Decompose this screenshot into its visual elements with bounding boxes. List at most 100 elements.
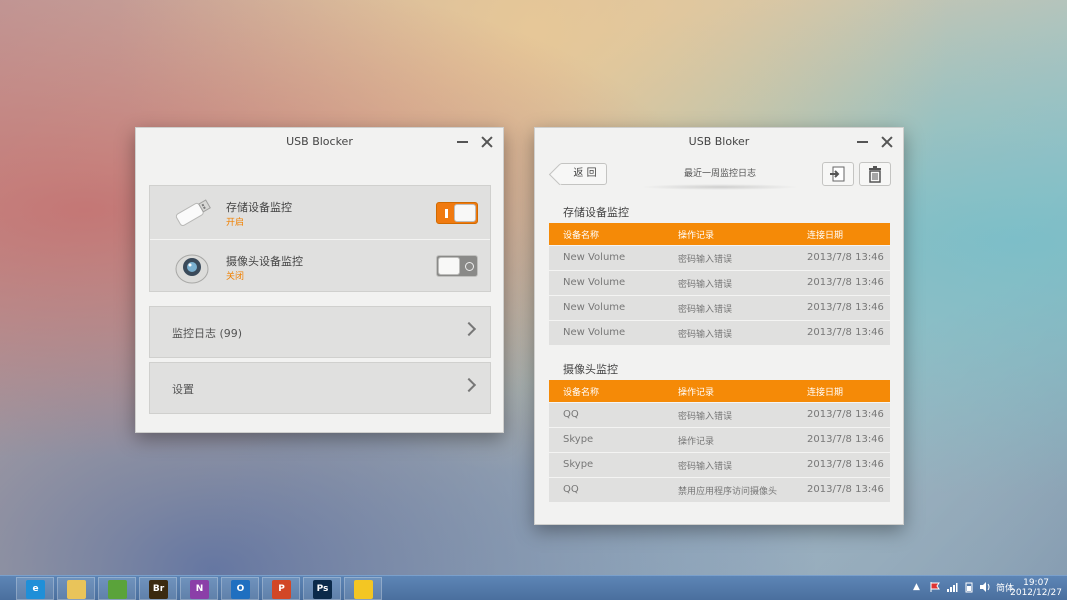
minimize-icon[interactable] — [853, 128, 873, 156]
settings-label: 设置 — [172, 383, 194, 396]
settings-nav[interactable]: 设置 — [149, 362, 491, 414]
table-row[interactable]: QQ 密码输入错误 2013/7/8 13:46 — [549, 402, 890, 427]
table-row[interactable]: New Volume 密码输入错误 2013/7/8 13:46 — [549, 270, 890, 295]
table-header: 设备名称 操作记录 连接日期 — [549, 223, 890, 245]
cell-action: 禁用应用程序访问摄像头 — [678, 487, 778, 497]
cell-device: New Volume — [563, 252, 626, 263]
column-header-action: 操作记录 — [678, 388, 715, 398]
cell-device: QQ — [563, 484, 579, 495]
close-icon[interactable] — [877, 128, 897, 156]
cell-device: Skype — [563, 459, 594, 470]
storage-monitor-row: 存储设备监控 开启 — [150, 186, 490, 238]
internet-explorer-icon: e — [26, 580, 45, 599]
clock-date: 2012/12/27 — [1010, 588, 1062, 598]
camera-monitor-toggle[interactable] — [436, 255, 478, 277]
clock[interactable]: 19:07 2012/12/27 — [1010, 578, 1062, 598]
close-icon[interactable] — [477, 128, 497, 156]
evernote-icon — [108, 580, 127, 599]
toggle-off-indicator — [465, 262, 474, 271]
clock-time: 19:07 — [1023, 578, 1050, 588]
usb-drive-icon — [175, 199, 211, 226]
storage-monitor-status: 开启 — [226, 218, 245, 228]
show-hidden-icons-icon[interactable]: ▲ — [913, 582, 920, 592]
window-titlebar[interactable]: USB Bloker — [535, 128, 903, 156]
table-row[interactable]: New Volume 密码输入错误 2013/7/8 13:46 — [549, 295, 890, 320]
network-icon[interactable] — [946, 581, 958, 593]
export-button[interactable] — [822, 162, 854, 186]
cell-action: 密码输入错误 — [678, 255, 733, 265]
table-row[interactable]: Skype 操作记录 2013/7/8 13:46 — [549, 427, 890, 452]
action-center-flag-icon[interactable] — [929, 581, 941, 593]
sticky-notes-icon — [354, 580, 373, 599]
cell-date: 2013/7/8 13:46 — [807, 409, 884, 420]
toggle-knob — [438, 257, 460, 275]
evernote-taskbar-button[interactable] — [98, 577, 136, 600]
storage-section-title: 存储设备监控 — [563, 206, 629, 219]
onenote-taskbar-button[interactable]: N — [180, 577, 218, 600]
table-row[interactable]: Skype 密码输入错误 2013/7/8 13:46 — [549, 452, 890, 477]
file-explorer-taskbar-button[interactable] — [57, 577, 95, 600]
cell-action: 密码输入错误 — [678, 305, 733, 315]
window-titlebar[interactable]: USB Blocker — [136, 128, 503, 156]
column-header-device: 设备名称 — [563, 388, 600, 398]
delete-button[interactable] — [859, 162, 891, 186]
photoshop-icon: Ps — [313, 580, 332, 599]
column-header-device: 设备名称 — [563, 231, 600, 241]
file-explorer-icon — [67, 580, 86, 599]
outlook-taskbar-button[interactable]: O — [221, 577, 259, 600]
window-title: USB Blocker — [286, 135, 353, 148]
cell-date: 2013/7/8 13:46 — [807, 459, 884, 470]
taskbar: e Br N O P Ps ▲ 简体 19:07 2012/12/27 — [0, 575, 1067, 600]
back-button-label: 返 回 — [573, 168, 597, 179]
back-button[interactable]: 返 回 — [559, 163, 607, 185]
cell-action: 密码输入错误 — [678, 280, 733, 290]
camera-section-title: 摄像头监控 — [563, 363, 618, 376]
onenote-icon: N — [190, 580, 209, 599]
powerpoint-icon: P — [272, 580, 291, 599]
table-row[interactable]: New Volume 密码输入错误 2013/7/8 13:46 — [549, 320, 890, 345]
title-shadow — [640, 184, 800, 190]
minimize-icon[interactable] — [453, 128, 473, 156]
internet-explorer-taskbar-button[interactable]: e — [16, 577, 54, 600]
adobe-bridge-taskbar-button[interactable]: Br — [139, 577, 177, 600]
photoshop-taskbar-button[interactable]: Ps — [303, 577, 341, 600]
window-title: USB Bloker — [688, 135, 750, 148]
cell-device: New Volume — [563, 327, 626, 338]
toggle-on-indicator — [445, 209, 448, 218]
cell-date: 2013/7/8 13:46 — [807, 302, 884, 313]
cell-date: 2013/7/8 13:46 — [807, 277, 884, 288]
column-header-date: 连接日期 — [807, 388, 844, 398]
usb-bloker-log-window: USB Bloker 返 回 最近一周监控日志 存储设备监控 设备名称 操作记录… — [534, 127, 904, 525]
cell-action: 密码输入错误 — [678, 412, 733, 422]
column-header-action: 操作记录 — [678, 231, 715, 241]
cell-action: 密码输入错误 — [678, 330, 733, 340]
power-icon[interactable] — [963, 581, 975, 593]
monitor-log-label: 监控日志 (99) — [172, 327, 243, 340]
cell-device: Skype — [563, 434, 594, 445]
chevron-right-icon — [461, 321, 477, 337]
usb-blocker-window: USB Blocker 存储设备监控 开启 摄像头设备监控 关闭 监控日志 (9… — [135, 127, 504, 433]
storage-monitor-toggle[interactable] — [436, 202, 478, 224]
powerpoint-taskbar-button[interactable]: P — [262, 577, 300, 600]
camera-log-table: 设备名称 操作记录 连接日期 QQ 密码输入错误 2013/7/8 13:46 … — [549, 380, 890, 502]
table-row[interactable]: New Volume 密码输入错误 2013/7/8 13:46 — [549, 245, 890, 270]
monitor-log-nav[interactable]: 监控日志 (99) — [149, 306, 491, 358]
table-header: 设备名称 操作记录 连接日期 — [549, 380, 890, 402]
column-header-date: 连接日期 — [807, 231, 844, 241]
storage-monitor-title: 存储设备监控 — [226, 201, 292, 214]
table-row[interactable]: QQ 禁用应用程序访问摄像头 2013/7/8 13:46 — [549, 477, 890, 502]
export-icon — [830, 166, 845, 182]
volume-icon[interactable] — [979, 581, 991, 593]
cell-date: 2013/7/8 13:46 — [807, 252, 884, 263]
camera-monitor-title: 摄像头设备监控 — [226, 255, 303, 268]
outlook-icon: O — [231, 580, 250, 599]
webcam-icon — [175, 254, 209, 284]
toggle-knob — [454, 204, 476, 222]
cell-date: 2013/7/8 13:46 — [807, 484, 884, 495]
cell-date: 2013/7/8 13:46 — [807, 434, 884, 445]
sticky-notes-taskbar-button[interactable] — [344, 577, 382, 600]
cell-device: QQ — [563, 409, 579, 420]
device-monitor-panel: 存储设备监控 开启 摄像头设备监控 关闭 — [149, 185, 491, 292]
cell-action: 操作记录 — [678, 437, 715, 447]
cell-action: 密码输入错误 — [678, 462, 733, 472]
